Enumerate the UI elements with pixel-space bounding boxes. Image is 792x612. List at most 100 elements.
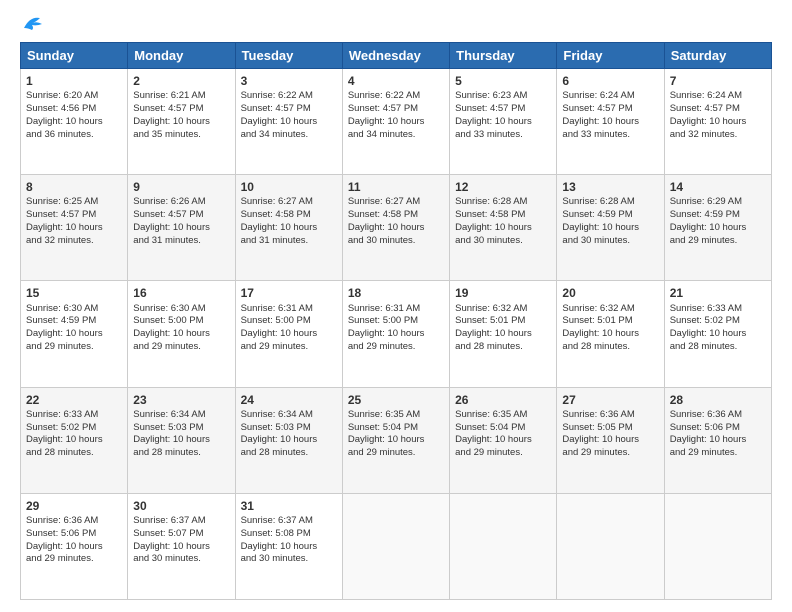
weekday-header-thursday: Thursday <box>450 43 557 69</box>
cell-content: Sunrise: 6:30 AM <box>133 303 229 316</box>
cell-content: Daylight: 10 hours <box>562 328 658 341</box>
cell-content: Sunset: 4:57 PM <box>241 103 337 116</box>
cell-content: Sunrise: 6:35 AM <box>348 409 444 422</box>
cell-content: Sunset: 4:58 PM <box>455 209 551 222</box>
calendar-week-3: 15Sunrise: 6:30 AMSunset: 4:59 PMDayligh… <box>21 281 772 387</box>
cell-content: Sunset: 4:57 PM <box>670 103 766 116</box>
day-number: 7 <box>670 73 766 89</box>
cell-content: Daylight: 10 hours <box>670 328 766 341</box>
cell-content: and 29 minutes. <box>241 341 337 354</box>
cell-content: Sunset: 5:03 PM <box>241 422 337 435</box>
cell-content: Sunset: 5:03 PM <box>133 422 229 435</box>
cell-content: Sunset: 5:00 PM <box>348 315 444 328</box>
cell-content: Sunrise: 6:33 AM <box>670 303 766 316</box>
cell-content: Sunset: 4:57 PM <box>26 209 122 222</box>
cell-content: Daylight: 10 hours <box>241 541 337 554</box>
cell-content: and 28 minutes. <box>562 341 658 354</box>
cell-content: Sunrise: 6:33 AM <box>26 409 122 422</box>
cell-content: Sunrise: 6:29 AM <box>670 196 766 209</box>
cell-content: and 28 minutes. <box>133 447 229 460</box>
calendar-cell: 13Sunrise: 6:28 AMSunset: 4:59 PMDayligh… <box>557 175 664 281</box>
cell-content: Sunrise: 6:27 AM <box>348 196 444 209</box>
cell-content: and 30 minutes. <box>133 553 229 566</box>
calendar-week-5: 29Sunrise: 6:36 AMSunset: 5:06 PMDayligh… <box>21 493 772 599</box>
day-number: 1 <box>26 73 122 89</box>
cell-content: Daylight: 10 hours <box>241 222 337 235</box>
calendar-cell <box>664 493 771 599</box>
cell-content: Daylight: 10 hours <box>133 222 229 235</box>
cell-content: and 28 minutes. <box>670 341 766 354</box>
day-number: 31 <box>241 498 337 514</box>
day-number: 15 <box>26 285 122 301</box>
cell-content: Sunrise: 6:23 AM <box>455 90 551 103</box>
cell-content: and 29 minutes. <box>455 447 551 460</box>
cell-content: Daylight: 10 hours <box>670 116 766 129</box>
cell-content: Sunset: 4:58 PM <box>241 209 337 222</box>
weekday-header-sunday: Sunday <box>21 43 128 69</box>
cell-content: Sunset: 4:56 PM <box>26 103 122 116</box>
weekday-header-friday: Friday <box>557 43 664 69</box>
cell-content: Sunrise: 6:28 AM <box>455 196 551 209</box>
cell-content: Daylight: 10 hours <box>455 434 551 447</box>
cell-content: Daylight: 10 hours <box>348 328 444 341</box>
day-number: 13 <box>562 179 658 195</box>
calendar-cell: 2Sunrise: 6:21 AMSunset: 4:57 PMDaylight… <box>128 69 235 175</box>
day-number: 16 <box>133 285 229 301</box>
cell-content: and 29 minutes. <box>348 447 444 460</box>
cell-content: Sunrise: 6:36 AM <box>562 409 658 422</box>
calendar-cell: 3Sunrise: 6:22 AMSunset: 4:57 PMDaylight… <box>235 69 342 175</box>
cell-content: Daylight: 10 hours <box>348 116 444 129</box>
calendar-cell: 11Sunrise: 6:27 AMSunset: 4:58 PMDayligh… <box>342 175 449 281</box>
calendar-cell: 10Sunrise: 6:27 AMSunset: 4:58 PMDayligh… <box>235 175 342 281</box>
day-number: 9 <box>133 179 229 195</box>
day-number: 25 <box>348 392 444 408</box>
cell-content: Sunset: 5:00 PM <box>133 315 229 328</box>
cell-content: Sunset: 5:04 PM <box>348 422 444 435</box>
calendar-cell: 5Sunrise: 6:23 AMSunset: 4:57 PMDaylight… <box>450 69 557 175</box>
cell-content: Sunset: 4:57 PM <box>133 103 229 116</box>
calendar-cell: 21Sunrise: 6:33 AMSunset: 5:02 PMDayligh… <box>664 281 771 387</box>
cell-content: Sunrise: 6:21 AM <box>133 90 229 103</box>
day-number: 18 <box>348 285 444 301</box>
cell-content: and 33 minutes. <box>562 129 658 142</box>
cell-content: and 29 minutes. <box>562 447 658 460</box>
weekday-header-wednesday: Wednesday <box>342 43 449 69</box>
cell-content: Daylight: 10 hours <box>26 541 122 554</box>
cell-content: Sunrise: 6:31 AM <box>348 303 444 316</box>
cell-content: Sunset: 5:04 PM <box>455 422 551 435</box>
cell-content: Daylight: 10 hours <box>455 116 551 129</box>
cell-content: Sunset: 5:06 PM <box>670 422 766 435</box>
cell-content: Daylight: 10 hours <box>133 434 229 447</box>
cell-content: Sunrise: 6:32 AM <box>455 303 551 316</box>
cell-content: and 30 minutes. <box>348 235 444 248</box>
cell-content: Daylight: 10 hours <box>348 222 444 235</box>
cell-content: and 30 minutes. <box>241 553 337 566</box>
cell-content: Sunrise: 6:27 AM <box>241 196 337 209</box>
weekday-header-tuesday: Tuesday <box>235 43 342 69</box>
weekday-header-saturday: Saturday <box>664 43 771 69</box>
day-number: 28 <box>670 392 766 408</box>
calendar-cell: 30Sunrise: 6:37 AMSunset: 5:07 PMDayligh… <box>128 493 235 599</box>
cell-content: Sunset: 5:02 PM <box>670 315 766 328</box>
cell-content: Daylight: 10 hours <box>348 434 444 447</box>
cell-content: Sunrise: 6:30 AM <box>26 303 122 316</box>
cell-content: Sunrise: 6:22 AM <box>241 90 337 103</box>
cell-content: Sunrise: 6:36 AM <box>26 515 122 528</box>
cell-content: Sunset: 4:57 PM <box>348 103 444 116</box>
calendar-cell: 29Sunrise: 6:36 AMSunset: 5:06 PMDayligh… <box>21 493 128 599</box>
day-number: 17 <box>241 285 337 301</box>
calendar-cell: 8Sunrise: 6:25 AMSunset: 4:57 PMDaylight… <box>21 175 128 281</box>
cell-content: Daylight: 10 hours <box>26 222 122 235</box>
calendar-cell: 4Sunrise: 6:22 AMSunset: 4:57 PMDaylight… <box>342 69 449 175</box>
cell-content: and 29 minutes. <box>670 235 766 248</box>
calendar-cell: 22Sunrise: 6:33 AMSunset: 5:02 PMDayligh… <box>21 387 128 493</box>
cell-content: and 29 minutes. <box>670 447 766 460</box>
day-number: 19 <box>455 285 551 301</box>
cell-content: and 34 minutes. <box>241 129 337 142</box>
calendar-cell: 26Sunrise: 6:35 AMSunset: 5:04 PMDayligh… <box>450 387 557 493</box>
cell-content: Sunrise: 6:25 AM <box>26 196 122 209</box>
calendar-cell: 25Sunrise: 6:35 AMSunset: 5:04 PMDayligh… <box>342 387 449 493</box>
cell-content: Daylight: 10 hours <box>26 116 122 129</box>
cell-content: Sunrise: 6:24 AM <box>562 90 658 103</box>
day-number: 20 <box>562 285 658 301</box>
